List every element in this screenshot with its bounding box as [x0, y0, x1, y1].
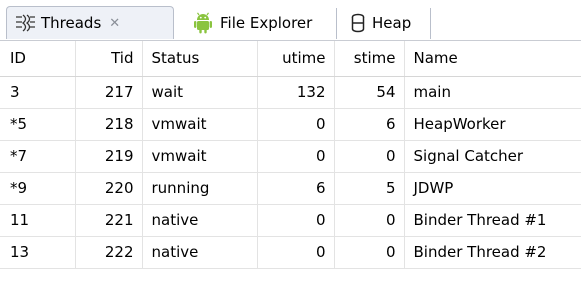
- cell-id: *9: [0, 172, 76, 205]
- cell-status: vmwait: [142, 140, 258, 173]
- cell-stime: 0: [334, 236, 405, 269]
- cell-tid: 220: [75, 172, 143, 205]
- table-header-row: ID Tid Status utime stime Name: [0, 41, 581, 77]
- cell-utime: 0: [257, 204, 335, 237]
- cell-status: vmwait: [142, 108, 258, 141]
- column-header-status[interactable]: Status: [142, 41, 258, 77]
- cell-stime: 54: [334, 76, 405, 109]
- tab-threads-label: Threads: [41, 14, 102, 32]
- cell-id: *7: [0, 140, 76, 173]
- column-header-id[interactable]: ID: [0, 41, 76, 77]
- cell-utime: 6: [257, 172, 335, 205]
- cell-stime: 5: [334, 172, 405, 205]
- cell-tid: 219: [75, 140, 143, 173]
- column-header-stime[interactable]: stime: [334, 41, 405, 77]
- cell-tid: 222: [75, 236, 143, 269]
- table-row[interactable]: 3 217 wait 132 54 main: [0, 76, 581, 109]
- cell-tid: 217: [75, 76, 143, 109]
- cell-name: Signal Catcher: [404, 140, 581, 173]
- threads-icon: [13, 13, 37, 33]
- cell-name: Binder Thread #1: [404, 204, 581, 237]
- tab-divider: [430, 8, 431, 39]
- android-icon: [192, 11, 214, 34]
- cell-name: Binder Thread #2: [404, 236, 581, 269]
- cell-status: wait: [142, 76, 258, 109]
- tab-heap[interactable]: Heap: [340, 6, 430, 39]
- table-row[interactable]: *9 220 running 6 5 JDWP: [0, 172, 581, 205]
- tab-file-explorer-label: File Explorer: [220, 13, 313, 32]
- cell-name: HeapWorker: [404, 108, 581, 141]
- cell-stime: 6: [334, 108, 405, 141]
- cell-stime: 0: [334, 204, 405, 237]
- heap-icon: [350, 13, 366, 33]
- threads-table: ID Tid Status utime stime Name 3 217 wai…: [0, 41, 581, 269]
- tab-divider: [336, 8, 337, 39]
- column-header-utime[interactable]: utime: [257, 41, 335, 77]
- cell-id: 11: [0, 204, 76, 237]
- tab-heap-label: Heap: [372, 13, 412, 32]
- cell-utime: 0: [257, 108, 335, 141]
- close-icon[interactable]: ✕: [109, 16, 120, 31]
- cell-id: 3: [0, 76, 76, 109]
- tab-file-explorer[interactable]: File Explorer: [178, 6, 336, 39]
- column-header-tid[interactable]: Tid: [75, 41, 143, 77]
- table-row[interactable]: 13 222 native 0 0 Binder Thread #2: [0, 236, 581, 269]
- cell-status: native: [142, 204, 258, 237]
- cell-utime: 0: [257, 140, 335, 173]
- tab-threads[interactable]: Threads ✕: [6, 6, 174, 39]
- cell-utime: 132: [257, 76, 335, 109]
- cell-id: 13: [0, 236, 76, 269]
- cell-name: main: [404, 76, 581, 109]
- table-row[interactable]: 11 221 native 0 0 Binder Thread #1: [0, 204, 581, 237]
- tab-bar: Threads ✕ File Explorer Heap: [0, 0, 581, 41]
- column-header-name[interactable]: Name: [404, 41, 581, 77]
- table-row[interactable]: *5 218 vmwait 0 6 HeapWorker: [0, 108, 581, 141]
- cell-name: JDWP: [404, 172, 581, 205]
- table-row[interactable]: *7 219 vmwait 0 0 Signal Catcher: [0, 140, 581, 173]
- cell-stime: 0: [334, 140, 405, 173]
- cell-tid: 218: [75, 108, 143, 141]
- cell-utime: 0: [257, 236, 335, 269]
- cell-id: *5: [0, 108, 76, 141]
- cell-status: running: [142, 172, 258, 205]
- cell-status: native: [142, 236, 258, 269]
- cell-tid: 221: [75, 204, 143, 237]
